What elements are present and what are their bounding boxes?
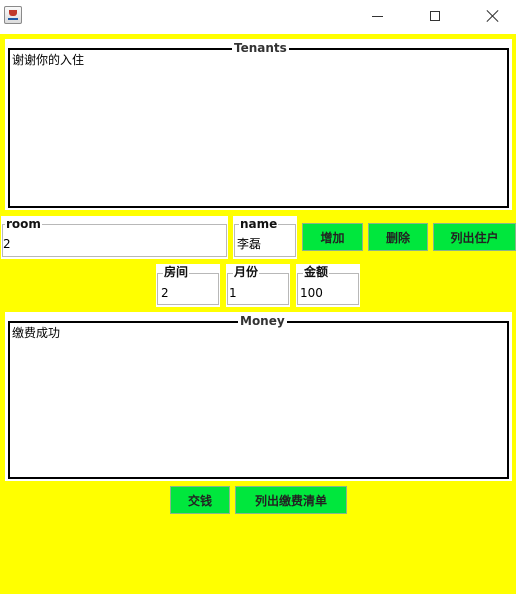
money-text: 缴费成功: [12, 326, 61, 340]
close-button[interactable]: [470, 0, 516, 32]
fang-jian-panel: 房间 2: [156, 264, 220, 307]
room-input[interactable]: 2: [3, 237, 223, 253]
name-panel: name 李磊: [233, 216, 297, 259]
add-button[interactable]: 增加: [302, 223, 363, 251]
name-label: name: [239, 217, 279, 231]
room-panel: room 2: [1, 216, 228, 259]
window-content: 谢谢你的入住 Tenants room 2 name 李磊 增加 删除 列出住户…: [0, 34, 516, 594]
fang-jian-input[interactable]: 2: [161, 286, 217, 302]
yue-fen-input[interactable]: 1: [229, 286, 285, 302]
minimize-button[interactable]: [354, 0, 400, 32]
tenants-panel: 谢谢你的入住 Tenants: [5, 39, 512, 210]
money-title: Money: [238, 314, 287, 328]
list-tenants-button[interactable]: 列出住户: [433, 223, 516, 251]
java-icon: [4, 6, 22, 24]
money-textarea[interactable]: 缴费成功: [9, 322, 508, 478]
yue-fen-label: 月份: [233, 265, 260, 279]
maximize-icon: [430, 11, 440, 21]
title-bar: [0, 0, 516, 32]
jin-e-label: 金额: [303, 265, 330, 279]
jin-e-panel: 金额 100: [296, 264, 360, 307]
jin-e-input[interactable]: 100: [300, 286, 356, 302]
tenants-title: Tenants: [232, 41, 289, 55]
delete-button[interactable]: 删除: [368, 223, 428, 251]
close-icon: [486, 9, 500, 23]
room-label: room: [5, 217, 42, 231]
tenants-textarea[interactable]: 谢谢你的入住: [9, 49, 508, 207]
name-input[interactable]: 李磊: [237, 237, 293, 253]
list-payments-button[interactable]: 列出缴费清单: [235, 486, 347, 514]
minimize-icon: [371, 15, 383, 17]
money-panel: 缴费成功 Money: [5, 312, 512, 481]
pay-button[interactable]: 交钱: [170, 486, 230, 514]
maximize-button[interactable]: [412, 0, 458, 32]
tenants-text: 谢谢你的入住: [12, 53, 85, 67]
fang-jian-label: 房间: [163, 265, 190, 279]
yue-fen-panel: 月份 1: [226, 264, 290, 307]
